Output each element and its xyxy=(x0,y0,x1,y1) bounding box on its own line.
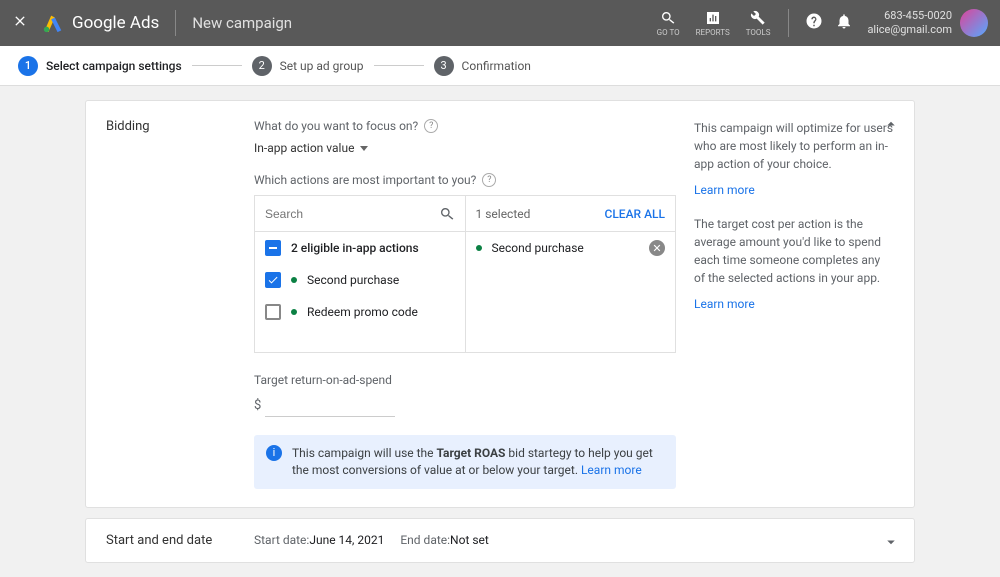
action-row[interactable]: Second purchase xyxy=(255,264,465,296)
checkbox-indeterminate[interactable] xyxy=(265,240,281,256)
section-title: Start and end date xyxy=(106,533,254,548)
step-1[interactable]: 1 Select campaign settings xyxy=(18,56,182,76)
status-dot xyxy=(291,277,297,283)
section-title: Bidding xyxy=(106,119,236,489)
help-icon[interactable] xyxy=(805,12,823,34)
clear-all-button[interactable]: CLEAR ALL xyxy=(604,207,665,221)
avatar[interactable] xyxy=(960,9,988,37)
learn-more-link[interactable]: Learn more xyxy=(581,463,642,477)
goto-tool[interactable]: GO TO xyxy=(657,10,680,37)
actions-selector: 2 eligible in-app actions Second purchas… xyxy=(254,195,676,353)
user-email: alice@gmail.com xyxy=(867,23,952,37)
status-dot xyxy=(291,309,297,315)
learn-more-link[interactable]: Learn more xyxy=(694,181,894,199)
tools-tool[interactable]: TOOLS xyxy=(746,10,771,37)
reports-icon xyxy=(705,10,721,26)
status-dot xyxy=(476,245,482,251)
header-divider xyxy=(175,10,176,36)
currency-prefix: $ xyxy=(254,398,261,413)
user-phone: 683-455-0020 xyxy=(867,9,952,23)
roas-label: Target return-on-ad-spend xyxy=(254,373,676,387)
dates-card[interactable]: Start and end date Start date: June 14, … xyxy=(85,518,915,563)
checkbox-checked[interactable] xyxy=(265,272,281,288)
help-icon[interactable]: ? xyxy=(424,119,438,133)
search-icon[interactable] xyxy=(439,206,455,222)
reports-tool[interactable]: REPORTS xyxy=(696,10,730,37)
roas-input[interactable] xyxy=(265,393,395,417)
side-note: The target cost per action is the averag… xyxy=(694,215,894,287)
brand-logo: Google Ads xyxy=(42,12,159,34)
close-icon[interactable] xyxy=(12,13,28,33)
start-date-value: June 14, 2021 xyxy=(309,533,384,547)
selected-action-row: Second purchase ✕ xyxy=(466,232,676,264)
help-icon[interactable]: ? xyxy=(482,173,496,187)
collapse-icon[interactable] xyxy=(882,115,900,137)
user-info: 683-455-0020 alice@gmail.com xyxy=(867,9,952,38)
action-row[interactable]: Redeem promo code xyxy=(255,296,465,328)
search-input[interactable] xyxy=(265,207,439,221)
notifications-icon[interactable] xyxy=(835,12,853,34)
wrench-icon xyxy=(750,10,766,26)
remove-icon[interactable]: ✕ xyxy=(649,240,665,256)
checkbox-unchecked[interactable] xyxy=(265,304,281,320)
stepper: 1 Select campaign settings 2 Set up ad g… xyxy=(0,46,1000,86)
expand-icon[interactable] xyxy=(882,533,900,554)
selected-count: 1 selected xyxy=(476,207,531,221)
info-icon: i xyxy=(266,445,282,461)
brand-text: Google Ads xyxy=(72,13,159,33)
header-divider-2 xyxy=(788,9,789,37)
eligible-header-row[interactable]: 2 eligible in-app actions xyxy=(255,232,465,264)
actions-label: Which actions are most important to you? xyxy=(254,173,476,187)
page-title: New campaign xyxy=(192,14,292,32)
info-banner: i This campaign will use the Target ROAS… xyxy=(254,435,676,489)
step-3[interactable]: 3 Confirmation xyxy=(434,56,531,76)
chevron-down-icon xyxy=(360,146,368,151)
bidding-card: Bidding What do you want to focus on? ? … xyxy=(85,100,915,508)
focus-dropdown[interactable]: In-app action value xyxy=(254,141,368,155)
search-icon xyxy=(660,10,676,26)
learn-more-link[interactable]: Learn more xyxy=(694,295,894,313)
step-2[interactable]: 2 Set up ad group xyxy=(252,56,364,76)
ads-logo-icon xyxy=(42,12,64,34)
app-header: Google Ads New campaign GO TO REPORTS TO… xyxy=(0,0,1000,46)
focus-label: What do you want to focus on? xyxy=(254,119,418,133)
end-date-value: Not set xyxy=(450,533,489,547)
side-note: This campaign will optimize for users wh… xyxy=(694,119,894,173)
